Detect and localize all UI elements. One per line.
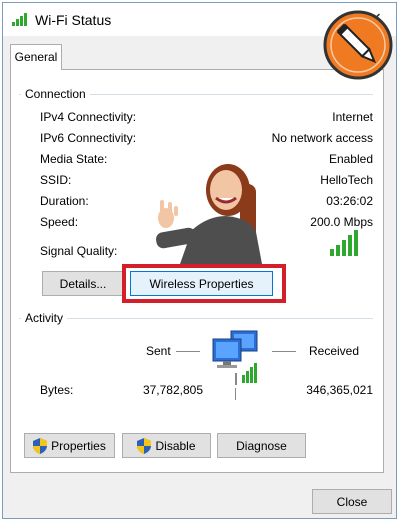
ipv4-label: IPv4 Connectivity:: [40, 110, 137, 124]
activity-divider: [19, 318, 373, 319]
disable-button[interactable]: Disable: [122, 433, 211, 458]
activity-separator: [235, 388, 236, 400]
window-title: Wi-Fi Status: [35, 12, 112, 28]
network-computers-icon: [212, 330, 258, 385]
signal-quality-icon: [330, 230, 358, 256]
received-label: Received: [309, 344, 360, 358]
properties-button-label: Properties: [51, 438, 106, 453]
duration-label: Duration:: [40, 194, 89, 208]
connection-section-label: Connection: [21, 87, 90, 101]
shield-icon: [33, 437, 48, 454]
pencil-badge-icon: [323, 10, 393, 80]
tab-general[interactable]: General: [10, 44, 62, 70]
close-button[interactable]: Close: [312, 489, 392, 514]
bytes-label: Bytes:: [40, 383, 74, 397]
bytes-received-value: 346,365,021: [306, 383, 373, 397]
disable-button-label: Disable: [155, 438, 196, 453]
wifi-signal-icon: [12, 13, 27, 26]
media-state-label: Media State:: [40, 152, 108, 166]
bytes-sent-value: 37,782,805: [142, 383, 203, 397]
ssid-label: SSID:: [40, 173, 72, 187]
woman-photo-overlay: [156, 164, 262, 264]
sent-connector: [176, 351, 200, 352]
ssid-value: HelloTech: [320, 173, 373, 187]
activity-section-label: Activity: [21, 311, 68, 325]
ipv6-value: No network access: [271, 131, 373, 145]
diagnose-button[interactable]: Diagnose: [217, 433, 306, 458]
properties-button[interactable]: Properties: [24, 433, 115, 458]
media-state-value: Enabled: [328, 152, 373, 166]
ipv4-value: Internet: [332, 110, 373, 124]
speed-value: 200.0 Mbps: [310, 215, 373, 229]
highlight-box: [122, 264, 286, 303]
shield-icon: [137, 437, 152, 454]
received-connector: [272, 351, 296, 352]
ipv6-label: IPv6 Connectivity:: [40, 131, 137, 145]
details-button[interactable]: Details...: [42, 271, 124, 296]
sent-label: Sent: [146, 344, 171, 358]
speed-label: Speed:: [40, 215, 79, 229]
duration-value: 03:26:02: [326, 194, 373, 208]
signal-quality-label: Signal Quality:: [40, 244, 118, 258]
